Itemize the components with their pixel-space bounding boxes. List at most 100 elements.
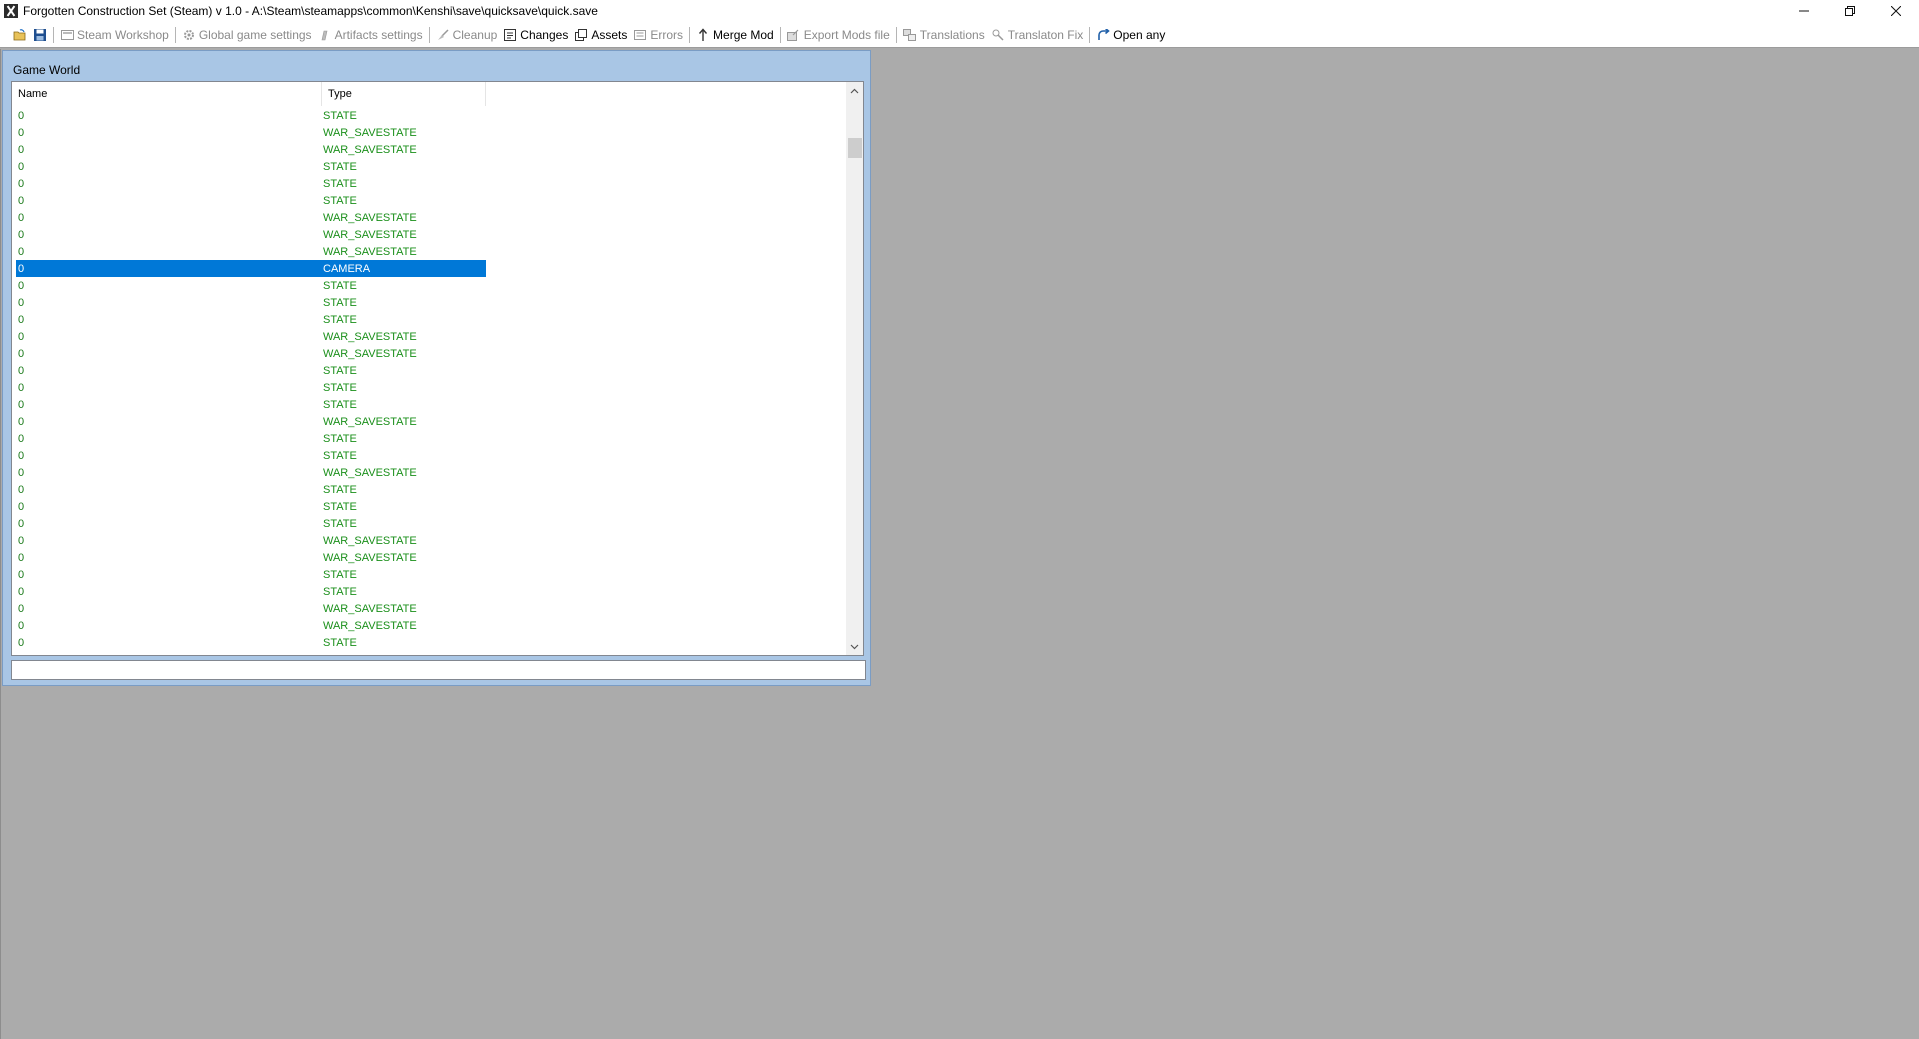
vertical-scrollbar[interactable]	[846, 82, 863, 655]
list-item[interactable]: 0 WAR_SAVESTATE	[16, 209, 486, 226]
list-item[interactable]: 0 STATE	[16, 294, 486, 311]
column-header-name[interactable]: Name	[12, 82, 322, 106]
list-item-name: 0	[18, 262, 25, 275]
list-item[interactable]: 0 STATE	[16, 107, 486, 124]
export-mods-file-label: Export Mods file	[803, 27, 890, 42]
list-item[interactable]: 0 STATE	[16, 515, 486, 532]
merge-mod-label: Merge Mod	[713, 27, 774, 42]
open-file-button[interactable]	[10, 24, 30, 46]
list-item-type: STATE	[323, 432, 357, 445]
list-item-type: WAR_SAVESTATE	[323, 347, 417, 360]
list-item[interactable]: 0 STATE	[16, 396, 486, 413]
list-item-name: 0	[18, 500, 25, 513]
artifacts-settings-label: Artifacts settings	[334, 27, 423, 42]
assets-button[interactable]: Assets	[571, 24, 630, 46]
column-header-type[interactable]: Type	[322, 82, 486, 106]
artifacts-settings-button[interactable]: Artifacts settings	[315, 24, 426, 46]
list-item[interactable]: 0 STATE	[16, 481, 486, 498]
restore-icon	[1845, 6, 1855, 16]
list-item-name: 0	[18, 636, 25, 649]
list-item[interactable]: 0 WAR_SAVESTATE	[16, 413, 486, 430]
list-item-name: 0	[18, 585, 25, 598]
list-item[interactable]: 0 STATE	[16, 379, 486, 396]
list-item[interactable]: 0 STATE	[16, 175, 486, 192]
list-item[interactable]: 0 WAR_SAVESTATE	[16, 328, 486, 345]
list-item-type: STATE	[323, 109, 357, 122]
list-item-type: STATE	[323, 194, 357, 207]
steam-workshop-button[interactable]: Steam Workshop	[57, 24, 172, 46]
window-controls	[1781, 0, 1919, 22]
game-world-list[interactable]: Name Type 0 STATE 0 WAR_SAVESTATE 0 WAR_SAVES…	[11, 81, 864, 656]
errors-button[interactable]: Errors	[630, 24, 686, 46]
minimize-icon	[1799, 10, 1809, 12]
list-item[interactable]: 0 STATE	[16, 277, 486, 294]
list-item[interactable]: 0 STATE	[16, 447, 486, 464]
cleanup-button[interactable]: Cleanup	[433, 24, 501, 46]
translations-button[interactable]: Translations	[900, 24, 988, 46]
list-item[interactable]: 0 WAR_SAVESTATE	[16, 464, 486, 481]
list-item[interactable]: 0 STATE	[16, 566, 486, 583]
export-icon	[787, 28, 801, 42]
open-any-button[interactable]: Open any	[1093, 24, 1168, 46]
changes-button[interactable]: Changes	[500, 24, 571, 46]
list-item[interactable]: 0 STATE	[16, 158, 486, 175]
list-item-type: STATE	[323, 568, 357, 581]
scrollbar-thumb[interactable]	[848, 138, 862, 158]
list-item-name: 0	[18, 279, 25, 292]
list-item[interactable]: 0 WAR_SAVESTATE	[16, 549, 486, 566]
list-item-name: 0	[18, 296, 25, 309]
list-item-type: STATE	[323, 177, 357, 190]
list-item-type: STATE	[323, 500, 357, 513]
close-button[interactable]	[1873, 0, 1919, 22]
list-item-name: 0	[18, 466, 25, 479]
list-item[interactable]: 0 WAR_SAVESTATE	[16, 617, 486, 634]
scroll-down-button[interactable]	[846, 638, 863, 655]
export-mods-file-button[interactable]: Export Mods file	[784, 24, 893, 46]
list-item-name: 0	[18, 364, 25, 377]
list-item-type: WAR_SAVESTATE	[323, 534, 417, 547]
list-item[interactable]: 0 STATE	[16, 583, 486, 600]
list-item-type: STATE	[323, 279, 357, 292]
global-game-settings-button[interactable]: Global game settings	[179, 24, 315, 46]
list-item-name: 0	[18, 313, 25, 326]
list-item[interactable]: 0 WAR_SAVESTATE	[16, 345, 486, 362]
restore-button[interactable]	[1827, 0, 1873, 22]
errors-icon	[633, 28, 647, 42]
list-item-name: 0	[18, 211, 25, 224]
list-item[interactable]: 0 WAR_SAVESTATE	[16, 243, 486, 260]
merge-mod-button[interactable]: Merge Mod	[693, 24, 777, 46]
open-folder-icon	[13, 28, 26, 40]
list-item-type: WAR_SAVESTATE	[323, 551, 417, 564]
list-item[interactable]: 0 WAR_SAVESTATE	[16, 124, 486, 141]
list-item-type: STATE	[323, 517, 357, 530]
changes-icon	[503, 28, 517, 42]
list-item[interactable]: 0 STATE	[16, 498, 486, 515]
scroll-up-button[interactable]	[846, 82, 863, 99]
list-item[interactable]: 0 CAMERA	[16, 260, 486, 277]
save-file-button[interactable]	[30, 24, 50, 46]
list-item[interactable]: 0 STATE	[16, 430, 486, 447]
list-item-type: WAR_SAVESTATE	[323, 228, 417, 241]
minimize-button[interactable]	[1781, 0, 1827, 22]
gear-icon	[182, 28, 196, 42]
toolbar-separator	[689, 26, 691, 43]
list-item[interactable]: 0 WAR_SAVESTATE	[16, 600, 486, 617]
list-item-type: STATE	[323, 313, 357, 326]
list-item[interactable]: 0 STATE	[16, 634, 486, 651]
translation-fix-button[interactable]: Translaton Fix	[988, 24, 1087, 46]
cleanup-label: Cleanup	[452, 27, 498, 42]
artifact-icon	[318, 28, 332, 42]
list-item[interactable]: 0 STATE	[16, 192, 486, 209]
global-game-settings-label: Global game settings	[198, 27, 312, 42]
list-item-name: 0	[18, 381, 25, 394]
list-item-type: WAR_SAVESTATE	[323, 330, 417, 343]
list-item[interactable]: 0 WAR_SAVESTATE	[16, 141, 486, 158]
list-item[interactable]: 0 STATE	[16, 362, 486, 379]
list-item-name: 0	[18, 534, 25, 547]
toolbar-separator	[1089, 26, 1091, 43]
list-item[interactable]: 0 WAR_SAVESTATE	[16, 226, 486, 243]
list-item[interactable]: 0 STATE	[16, 311, 486, 328]
list-header: Name Type	[12, 82, 486, 106]
status-text-field[interactable]	[11, 660, 866, 680]
list-item[interactable]: 0 WAR_SAVESTATE	[16, 532, 486, 549]
